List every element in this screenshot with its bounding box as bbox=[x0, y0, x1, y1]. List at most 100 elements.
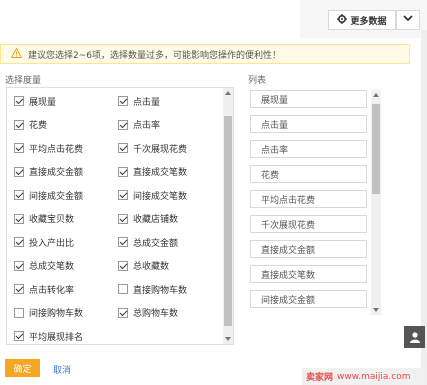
metric-option-label: 平均点击花费 bbox=[29, 144, 84, 155]
more-data-button[interactable]: 更多数据 bbox=[328, 10, 396, 30]
metric-option-label: 直接购物车数 bbox=[133, 285, 188, 296]
metric-option[interactable]: 平均点击花费 bbox=[14, 141, 83, 155]
selected-list-item[interactable]: 展现量 bbox=[250, 90, 367, 108]
metric-option[interactable]: 直接成交金额 bbox=[14, 165, 83, 179]
metric-option-label: 间接成交金额 bbox=[29, 191, 84, 202]
watermark-url: www.maijia.com bbox=[337, 371, 411, 382]
selected-list-item[interactable]: 直接成交笔数 bbox=[250, 265, 367, 283]
checkbox-checked[interactable] bbox=[14, 331, 24, 341]
checkbox-checked[interactable] bbox=[118, 260, 128, 271]
checkmark-icon bbox=[119, 96, 127, 105]
checkmark-icon bbox=[119, 307, 127, 316]
user-service-icon[interactable] bbox=[404, 326, 425, 348]
metric-option[interactable]: 千次展现花费 bbox=[118, 141, 187, 155]
select-metrics-label: 选择度量 bbox=[5, 76, 42, 86]
metric-option[interactable]: 总购物车数 bbox=[118, 306, 178, 320]
checkbox-checked[interactable] bbox=[118, 307, 128, 318]
checkbox-checked[interactable] bbox=[14, 190, 24, 200]
checkbox-checked[interactable] bbox=[118, 213, 128, 224]
metric-option-label: 收藏宝贝数 bbox=[29, 215, 75, 225]
checkmark-icon bbox=[15, 96, 23, 105]
metric-option[interactable]: 总成交笔数 bbox=[14, 259, 74, 273]
metric-option[interactable]: 投入产出比 bbox=[14, 235, 74, 249]
list-scroll-up-arrow-icon[interactable] bbox=[373, 93, 379, 97]
metric-option[interactable]: 直接成交笔数 bbox=[118, 165, 187, 179]
metric-option-label: 平均展现排名 bbox=[29, 332, 84, 343]
watermark-brand: 卖家网 bbox=[306, 373, 334, 383]
checkmark-icon bbox=[119, 119, 127, 128]
checkbox-unchecked[interactable] bbox=[14, 307, 24, 318]
metric-option[interactable]: 间接购物车数 bbox=[14, 306, 83, 320]
metric-option-label: 展现量 bbox=[29, 97, 57, 108]
metric-option[interactable]: 点击转化率 bbox=[14, 282, 74, 296]
confirm-button[interactable]: 确定 bbox=[5, 359, 40, 377]
metric-option-label: 直接成交笔数 bbox=[133, 168, 188, 178]
selected-list-item[interactable]: 平均点击花费 bbox=[250, 190, 367, 208]
checkmark-icon bbox=[119, 143, 127, 152]
checkbox-checked[interactable] bbox=[14, 119, 24, 130]
metric-option-label: 收藏店铺数 bbox=[133, 215, 179, 225]
list-scrollbar[interactable] bbox=[371, 90, 381, 315]
checkbox-checked[interactable] bbox=[118, 190, 128, 200]
checkbox-checked[interactable] bbox=[118, 119, 128, 130]
warning-banner: 建议您选择2~6项，选择数量过多，可能影响您操作的便利性！ bbox=[0, 44, 410, 64]
metric-option[interactable]: 展现量 bbox=[14, 94, 56, 108]
metric-option[interactable]: 总成交金额 bbox=[118, 235, 178, 249]
metric-option-label: 总成交金额 bbox=[133, 238, 179, 249]
metric-option-label: 千次展现花费 bbox=[133, 144, 188, 155]
checkbox-checked[interactable] bbox=[118, 96, 128, 106]
metric-option[interactable]: 直接购物车数 bbox=[118, 282, 187, 296]
metric-option[interactable]: 间接成交金额 bbox=[14, 188, 83, 202]
metric-option[interactable]: 收藏宝贝数 bbox=[14, 212, 74, 226]
checkmark-icon bbox=[15, 284, 23, 293]
checkbox-checked[interactable] bbox=[14, 260, 24, 271]
checkbox-checked[interactable] bbox=[14, 237, 24, 247]
selected-list-item[interactable]: 花费 bbox=[250, 165, 367, 183]
options-scroll-thumb[interactable] bbox=[224, 116, 232, 326]
checkmark-icon bbox=[119, 237, 127, 246]
cancel-link[interactable]: 取消 bbox=[53, 363, 71, 376]
metric-option[interactable]: 收藏店铺数 bbox=[118, 212, 178, 226]
metric-option[interactable]: 点击量 bbox=[118, 94, 160, 108]
metric-option-label: 总收藏数 bbox=[133, 262, 170, 272]
metric-option[interactable]: 点击率 bbox=[118, 118, 160, 132]
checkmark-icon bbox=[119, 260, 127, 269]
expand-toggle-button[interactable] bbox=[396, 10, 420, 30]
checkbox-checked[interactable] bbox=[14, 284, 24, 294]
checkbox-checked[interactable] bbox=[14, 166, 24, 177]
metric-option-label: 总购物车数 bbox=[133, 309, 179, 319]
checkmark-icon bbox=[15, 119, 23, 128]
checkbox-checked[interactable] bbox=[14, 143, 24, 153]
checkbox-checked[interactable] bbox=[118, 143, 128, 153]
warning-text: 建议您选择2~6项，选择数量过多，可能影响您操作的便利性！ bbox=[28, 50, 281, 61]
checkbox-checked[interactable] bbox=[118, 237, 128, 247]
checkmark-icon bbox=[15, 331, 23, 340]
metric-option[interactable]: 间接成交笔数 bbox=[118, 188, 187, 202]
gear-icon bbox=[337, 13, 348, 27]
selected-list: 展现量点击量点击率花费平均点击花费 千次展现花费 直接成交金额 直接成交笔数 间接成交金… bbox=[250, 90, 385, 315]
checkbox-checked[interactable] bbox=[14, 96, 24, 106]
metric-option-label: 间接购物车数 bbox=[29, 309, 84, 319]
list-scroll-down-arrow-icon[interactable] bbox=[373, 308, 379, 312]
options-scrollbar[interactable] bbox=[223, 88, 233, 344]
checkbox-unchecked[interactable] bbox=[118, 284, 128, 294]
selected-list-item[interactable]: 点击率 bbox=[250, 140, 367, 158]
metric-option[interactable]: 花费 bbox=[14, 118, 47, 132]
selected-list-item[interactable]: 间接成交金额 bbox=[250, 290, 367, 308]
checkbox-checked[interactable] bbox=[14, 213, 24, 224]
metric-options-panel: 展现量 点击量花费 点击率平均点击花费 千次展现花费直接成交金额 直接成交笔数间接成交金… bbox=[6, 87, 234, 345]
more-data-label: 更多数据 bbox=[350, 16, 387, 27]
selected-list-item[interactable]: 点击量 bbox=[250, 115, 367, 133]
scroll-down-arrow-icon[interactable] bbox=[225, 337, 231, 341]
metric-option[interactable]: 总收藏数 bbox=[118, 259, 169, 273]
selected-list-item[interactable]: 千次展现花费 bbox=[250, 215, 367, 233]
checkmark-icon bbox=[119, 190, 127, 199]
metric-option[interactable]: 平均展现排名 bbox=[14, 329, 83, 343]
metric-option-label: 点击量 bbox=[133, 97, 161, 108]
selected-list-item[interactable]: 直接成交金额 bbox=[250, 240, 367, 258]
scroll-up-arrow-icon[interactable] bbox=[225, 91, 231, 95]
list-scroll-thumb[interactable] bbox=[372, 104, 380, 194]
checkmark-icon bbox=[15, 166, 23, 175]
metric-option-label: 总成交笔数 bbox=[29, 262, 75, 272]
checkbox-checked[interactable] bbox=[118, 166, 128, 177]
